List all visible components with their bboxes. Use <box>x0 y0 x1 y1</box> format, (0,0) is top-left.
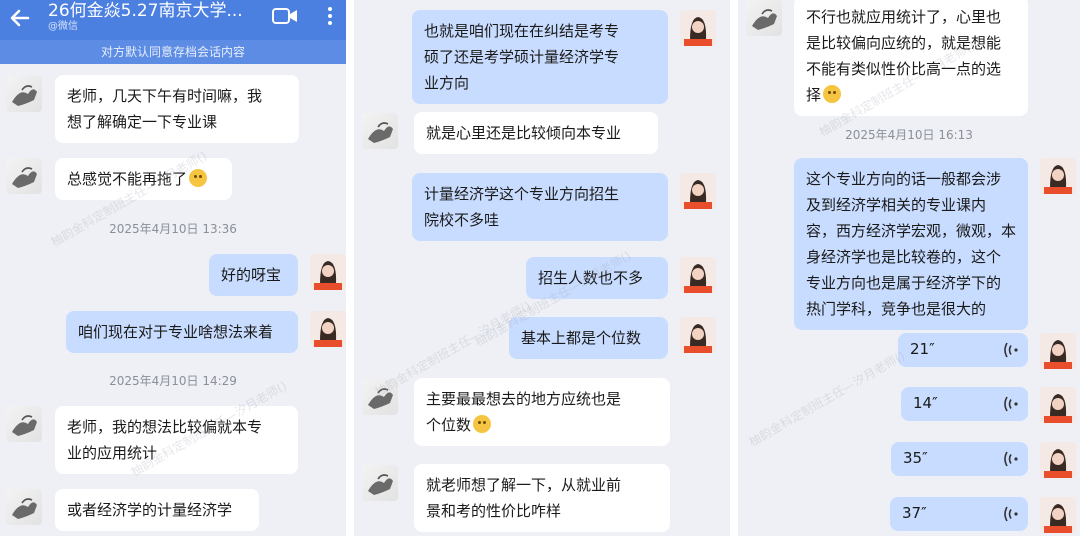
back-arrow-icon[interactable] <box>6 4 34 32</box>
teacher-avatar[interactable] <box>680 173 716 209</box>
contact-avatar[interactable] <box>6 406 42 442</box>
teacher-avatar[interactable] <box>680 317 716 353</box>
timestamp: 2025年4月10日 16:13 <box>845 128 973 142</box>
teacher-avatar[interactable] <box>1040 387 1076 423</box>
teacher-avatar[interactable] <box>680 257 716 293</box>
chat-panel-1[interactable]: 26何金焱5.27南京大学... @微信 对方默认同意存档会话内容 老师，几天下… <box>0 0 346 536</box>
message-text: 就老师想了解一下，从就业前 景和考的性价比咋样 <box>426 476 622 520</box>
message-bubble[interactable]: 就老师想了解一下，从就业前 景和考的性价比咋样 <box>414 464 670 532</box>
message-bubble[interactable]: 就是心里还是比较倾向本专业 <box>414 112 658 154</box>
message-bubble[interactable]: 老师，几天下午有时间嘛，我 想了解确定一下专业课 <box>55 75 299 143</box>
more-vertical-icon[interactable] <box>324 4 336 30</box>
video-call-icon[interactable] <box>272 8 298 24</box>
message-bubble[interactable]: 好的呀宝 <box>209 254 298 296</box>
voice-message[interactable]: 37″ <box>890 497 1028 531</box>
voice-wave-icon <box>1004 506 1018 522</box>
message-text: 主要最最想去的地方应统也是 个位数 <box>426 390 622 434</box>
message-bubble[interactable]: 不行也就应用统计了，心里也 是比较偏向应统的，就是想能 不能有类似性价比高一点的… <box>794 0 1028 116</box>
flushed-emoji-icon <box>473 415 492 433</box>
voice-duration: 35″ <box>903 449 928 467</box>
message-bubble[interactable]: 总感觉不能再拖了 <box>55 158 232 200</box>
message-bubble[interactable]: 招生人数也不多 <box>526 257 668 299</box>
grimace-emoji-icon <box>189 169 208 187</box>
message-bubble[interactable]: 计量经济学这个专业方向招生 院校不多哇 <box>412 173 668 241</box>
chat-panel-3[interactable]: 不行也就应用统计了，心里也 是比较偏向应统的，就是想能 不能有类似性价比高一点的… <box>738 0 1080 536</box>
message-text: 或者经济学的计量经济学 <box>67 501 233 519</box>
chat-panel-2[interactable]: 也就是咱们现在在纠结是考专 硕了还是考学硕计量经济学专 业方向 就是心里还是比较… <box>354 0 730 536</box>
voice-message[interactable]: 21″ <box>898 333 1028 367</box>
contact-avatar[interactable] <box>6 76 42 112</box>
message-bubble[interactable]: 这个专业方向的话一般都会涉 及到经济学相关的专业课内 容，西方经济学宏观，微观，… <box>794 158 1028 330</box>
chat-subtitle: @微信 <box>48 21 78 32</box>
message-bubble[interactable]: 基本上都是个位数 <box>509 317 668 359</box>
voice-duration: 21″ <box>910 340 935 358</box>
message-text: 咱们现在对于专业啥想法来着 <box>78 323 274 341</box>
message-bubble[interactable]: 老师，我的想法比较偏就本专 业的应用统计 <box>55 406 298 474</box>
contact-avatar[interactable] <box>362 379 398 415</box>
contact-avatar[interactable] <box>6 158 42 194</box>
voice-duration: 14″ <box>913 394 938 412</box>
teacher-avatar[interactable] <box>1040 442 1076 478</box>
message-text: 好的呀宝 <box>221 266 282 284</box>
message-bubble[interactable]: 咱们现在对于专业啥想法来着 <box>66 311 298 353</box>
message-bubble[interactable]: 或者经济学的计量经济学 <box>55 489 259 531</box>
teacher-avatar[interactable] <box>1040 333 1076 369</box>
teacher-avatar[interactable] <box>680 10 716 46</box>
message-bubble[interactable]: 也就是咱们现在在纠结是考专 硕了还是考学硕计量经济学专 业方向 <box>412 10 668 104</box>
message-bubble[interactable]: 主要最最想去的地方应统也是 个位数 <box>414 378 670 446</box>
contact-avatar[interactable] <box>362 113 398 149</box>
message-text: 老师，几天下午有时间嘛，我 想了解确定一下专业课 <box>67 87 263 131</box>
message-text: 老师，我的想法比较偏就本专 业的应用统计 <box>67 418 263 462</box>
chat-header: 26何金焱5.27南京大学... @微信 <box>0 0 346 40</box>
timestamp: 2025年4月10日 14:29 <box>109 374 237 388</box>
teacher-avatar[interactable] <box>310 311 346 347</box>
message-text: 招生人数也不多 <box>538 269 644 287</box>
teacher-avatar[interactable] <box>1040 497 1076 533</box>
sweat-smile-emoji-icon <box>823 85 842 103</box>
message-text: 基本上都是个位数 <box>521 329 642 347</box>
watermark: 柚韵金科定制班主任—汐月老师() <box>746 348 908 450</box>
voice-message[interactable]: 35″ <box>891 442 1028 476</box>
voice-wave-icon <box>1004 396 1018 412</box>
contact-avatar[interactable] <box>746 0 782 36</box>
timestamp: 2025年4月10日 13:36 <box>109 222 237 236</box>
teacher-avatar[interactable] <box>1040 158 1076 194</box>
message-text: 这个专业方向的话一般都会涉 及到经济学相关的专业课内 容，西方经济学宏观，微观，… <box>806 170 1017 318</box>
contact-avatar[interactable] <box>362 465 398 501</box>
voice-duration: 37″ <box>902 504 927 522</box>
contact-avatar[interactable] <box>6 489 42 525</box>
voice-message[interactable]: 14″ <box>901 387 1028 421</box>
voice-wave-icon <box>1004 342 1018 358</box>
voice-wave-icon <box>1004 451 1018 467</box>
chat-title: 26何金焱5.27南京大学... <box>48 1 243 21</box>
message-text: 计量经济学这个专业方向招生 院校不多哇 <box>424 185 620 229</box>
teacher-avatar[interactable] <box>310 254 346 290</box>
archive-notice: 对方默认同意存档会话内容 <box>0 40 346 64</box>
message-text: 也就是咱们现在在纠结是考专 硕了还是考学硕计量经济学专 业方向 <box>424 22 620 92</box>
message-text: 总感觉不能再拖了 <box>67 170 188 188</box>
message-text: 就是心里还是比较倾向本专业 <box>426 124 622 142</box>
